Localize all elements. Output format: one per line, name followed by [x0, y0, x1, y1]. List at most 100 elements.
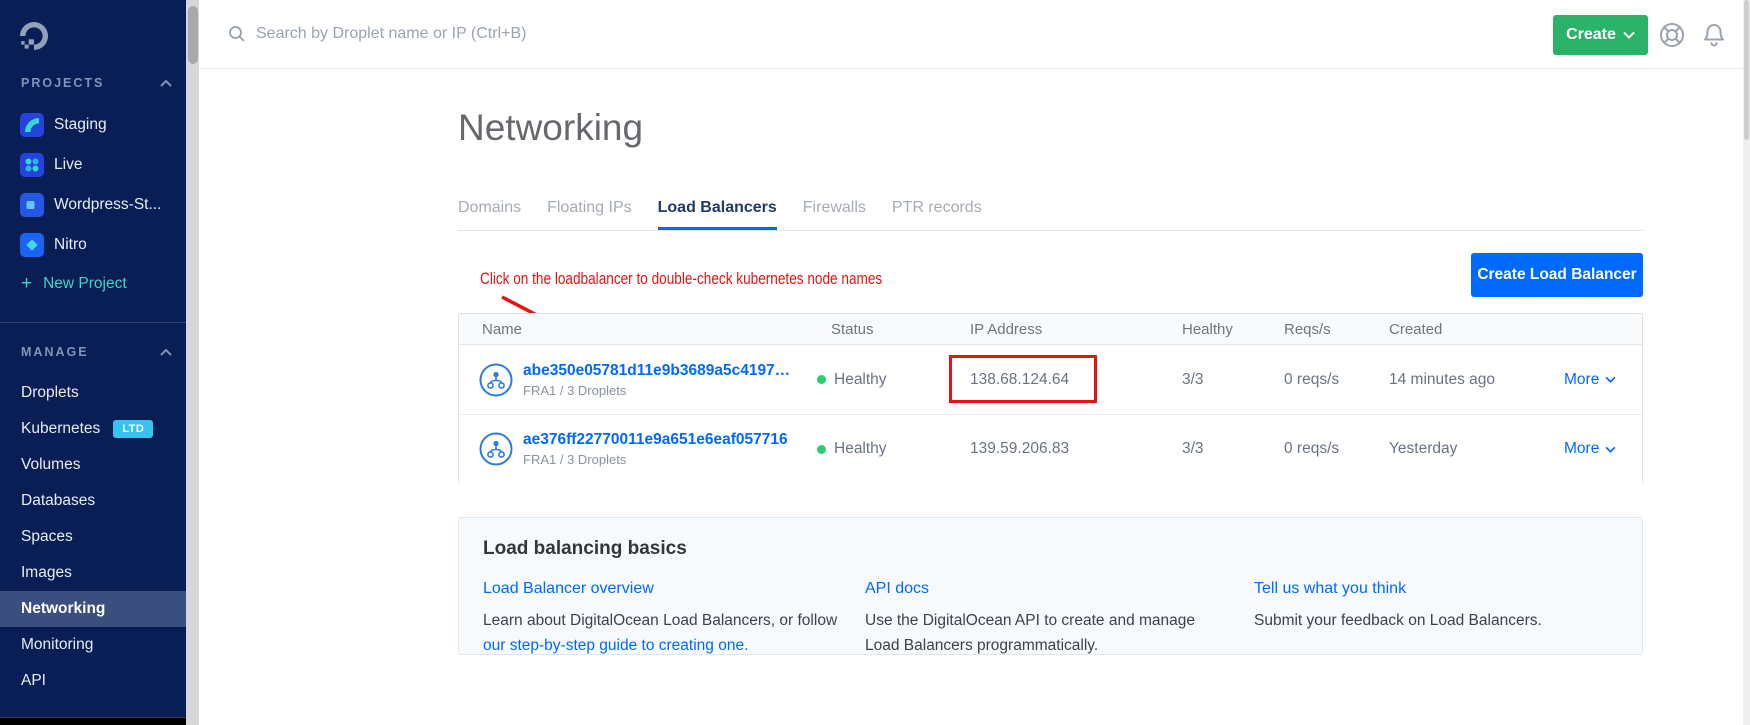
- sidebar-item-databases[interactable]: Databases: [0, 483, 186, 519]
- manage-header-label: MANAGE: [21, 345, 89, 359]
- project-nitro-icon: [20, 233, 44, 257]
- page-scrollbar-thumb[interactable]: [1744, 0, 1749, 140]
- projects-header-label: PROJECTS: [21, 76, 104, 90]
- sidebar-item-nitro[interactable]: Nitro: [0, 225, 186, 265]
- project-live-icon: [20, 153, 44, 177]
- healthy-status-dot: [817, 445, 826, 454]
- main-content: Networking Domains Floating IPs Load Bal…: [199, 69, 1750, 725]
- sidebar-item-volumes[interactable]: Volumes: [0, 447, 186, 483]
- sidebar-item-live[interactable]: Live: [0, 145, 186, 185]
- sidebar-item-staging[interactable]: Staging: [0, 105, 186, 145]
- tab-domains[interactable]: Domains: [458, 187, 521, 230]
- manage-list: Droplets Kubernetes LTD Volumes Database…: [0, 375, 186, 699]
- column-header-status: Status: [831, 314, 874, 345]
- load-balancer-icon: [479, 363, 513, 397]
- lb-created: Yesterday: [1389, 440, 1457, 458]
- table-row[interactable]: ae376ff22770011e9a651e6eaf057716 FRA1 / …: [459, 414, 1642, 483]
- feedback-link[interactable]: Tell us what you think: [1254, 580, 1634, 598]
- tab-ptr-records[interactable]: PTR records: [892, 187, 982, 230]
- sidebar-item-images[interactable]: Images: [0, 555, 186, 591]
- manage-label: Volumes: [21, 456, 80, 474]
- step-by-step-guide-link[interactable]: our step-by-step guide to creating one.: [483, 637, 748, 654]
- support-lifebuoy-icon[interactable]: [1657, 20, 1687, 50]
- sidebar-item-kubernetes[interactable]: Kubernetes LTD: [0, 411, 186, 447]
- status-label: Healthy: [834, 440, 887, 458]
- lb-name-link[interactable]: ae376ff22770011e9a651e6eaf057716: [523, 431, 788, 449]
- plus-icon: +: [21, 273, 32, 295]
- sidebar-item-api[interactable]: API: [0, 663, 186, 699]
- manage-label: Images: [21, 564, 72, 582]
- manage-label: API: [21, 672, 46, 690]
- sidebar-item-spaces[interactable]: Spaces: [0, 519, 186, 555]
- load-balancing-basics-panel: Load balancing basics Load Balancer over…: [458, 517, 1643, 655]
- manage-label: Monitoring: [21, 636, 93, 654]
- chevron-up-icon[interactable]: [160, 345, 172, 359]
- basics-text: Submit your feedback on Load Balancers.: [1254, 612, 1542, 629]
- status-label: Healthy: [834, 371, 887, 389]
- project-label: Wordpress-St...: [54, 196, 161, 214]
- basics-column-feedback: Tell us what you think Submit your feedb…: [1254, 580, 1634, 633]
- lb-healthy-count: 3/3: [1182, 440, 1204, 458]
- lb-name-link[interactable]: abe350e05781d11e9b3689a5c4197…: [523, 362, 790, 380]
- tab-firewalls[interactable]: Firewalls: [803, 187, 866, 230]
- basics-column-overview: Load Balancer overview Learn about Digit…: [483, 580, 868, 658]
- sidebar-item-droplets[interactable]: Droplets: [0, 375, 186, 411]
- column-header-reqs: Reqs/s: [1284, 314, 1331, 345]
- page-scrollbar[interactable]: [1743, 0, 1750, 725]
- sidebar-item-monitoring[interactable]: Monitoring: [0, 627, 186, 663]
- basics-text: Use the DigitalOcean API to create and m…: [865, 612, 1195, 654]
- networking-tabs: Domains Floating IPs Load Balancers Fire…: [458, 187, 1643, 231]
- ltd-badge: LTD: [113, 420, 153, 438]
- api-docs-link[interactable]: API docs: [865, 580, 1210, 598]
- create-load-balancer-button[interactable]: Create Load Balancer: [1471, 253, 1643, 297]
- table-row[interactable]: abe350e05781d11e9b3689a5c4197… FRA1 / 3 …: [459, 345, 1642, 414]
- project-label: Staging: [54, 116, 107, 134]
- load-balancer-table: Name Status IP Address Healthy Reqs/s Cr…: [458, 313, 1643, 483]
- notifications-bell-icon[interactable]: [1699, 20, 1729, 50]
- manage-label: Databases: [21, 492, 95, 510]
- search-icon: [227, 24, 247, 44]
- lb-reqs: 0 reqs/s: [1284, 371, 1339, 389]
- lb-region-droplets: FRA1 / 3 Droplets: [523, 452, 788, 467]
- chevron-up-icon[interactable]: [160, 76, 172, 90]
- column-header-ip: IP Address: [970, 314, 1042, 345]
- basics-title: Load balancing basics: [483, 538, 687, 560]
- sidebar-item-wordpress[interactable]: Wordpress-St...: [0, 185, 186, 225]
- lb-created: 14 minutes ago: [1389, 371, 1495, 389]
- more-menu-button[interactable]: More: [1564, 371, 1616, 389]
- manage-label: Networking: [21, 600, 105, 618]
- lb-healthy-count: 3/3: [1182, 371, 1204, 389]
- digitalocean-logo-icon[interactable]: [17, 19, 51, 58]
- lb-region-droplets: FRA1 / 3 Droplets: [523, 383, 790, 398]
- sidebar-scrollbar-thumb[interactable]: [188, 6, 198, 64]
- search-area: [227, 0, 736, 68]
- new-project-button[interactable]: + New Project: [0, 265, 186, 303]
- tab-load-balancers[interactable]: Load Balancers: [658, 187, 777, 230]
- healthy-status-dot: [817, 375, 826, 384]
- sidebar-item-networking[interactable]: Networking: [0, 591, 186, 627]
- manage-label: Droplets: [21, 384, 79, 402]
- projects-section-header[interactable]: PROJECTS: [21, 76, 172, 90]
- manage-label: Spaces: [21, 528, 73, 546]
- sidebar-scrollbar[interactable]: [186, 0, 199, 725]
- create-button[interactable]: Create: [1553, 15, 1648, 55]
- sidebar-divider: [0, 322, 186, 323]
- manage-section-header[interactable]: MANAGE: [21, 345, 172, 359]
- project-label: Live: [54, 156, 82, 174]
- basics-text: Learn about DigitalOcean Load Balancers,…: [483, 612, 837, 629]
- search-input[interactable]: [256, 25, 736, 43]
- topbar: Create: [199, 0, 1750, 69]
- new-project-label: New Project: [43, 275, 127, 293]
- load-balancer-icon: [479, 432, 513, 466]
- lb-reqs: 0 reqs/s: [1284, 440, 1339, 458]
- chevron-down-icon: [1605, 446, 1616, 453]
- project-staging-icon: [20, 113, 44, 137]
- load-balancer-overview-link[interactable]: Load Balancer overview: [483, 580, 868, 598]
- more-menu-button[interactable]: More: [1564, 440, 1616, 458]
- create-button-label: Create: [1566, 26, 1616, 44]
- column-header-healthy: Healthy: [1182, 314, 1233, 345]
- tab-floating-ips[interactable]: Floating IPs: [547, 187, 631, 230]
- basics-column-api: API docs Use the DigitalOcean API to cre…: [865, 580, 1210, 658]
- more-label: More: [1564, 440, 1599, 458]
- sidebar: PROJECTS Staging Live: [0, 0, 186, 725]
